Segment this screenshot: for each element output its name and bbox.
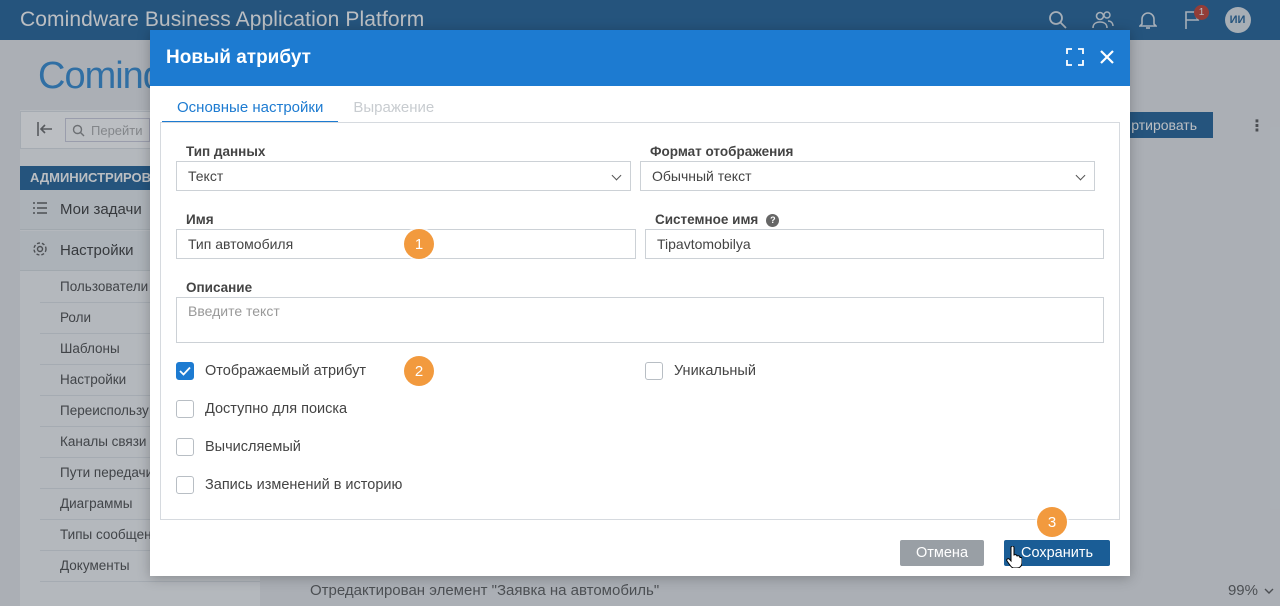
description-textarea[interactable]: Введите текст xyxy=(176,297,1104,343)
dialog-header-actions xyxy=(1064,46,1118,68)
checkbox-label: Отображаемый атрибут xyxy=(205,363,367,379)
settings-panel: Тип данных Текст Формат отображения Обыч… xyxy=(160,122,1120,520)
unique-checkbox[interactable]: Уникальный xyxy=(645,362,756,380)
new-attribute-dialog: Новый атрибут Основные настройки Выражен… xyxy=(150,30,1130,576)
checkbox-unchecked xyxy=(176,476,194,494)
system-name-label: Системное имя? xyxy=(655,212,780,227)
checkbox-label: Запись изменений в историю xyxy=(205,477,403,493)
step-marker-3: 3 xyxy=(1037,507,1067,537)
data-type-select[interactable]: Текст xyxy=(176,161,631,191)
description-label: Описание xyxy=(186,280,253,295)
display-format-label: Формат отображения xyxy=(650,144,794,159)
searchable-checkbox[interactable]: Доступно для поиска xyxy=(176,400,347,418)
checkbox-label: Уникальный xyxy=(674,363,756,379)
checkbox-unchecked xyxy=(645,362,663,380)
close-icon[interactable] xyxy=(1096,46,1118,68)
data-type-label: Тип данных xyxy=(186,144,266,159)
system-name-input[interactable]: Tipavtomobilya xyxy=(645,229,1104,259)
tab-expression[interactable]: Выражение xyxy=(338,94,449,124)
checkbox-unchecked xyxy=(176,438,194,456)
dialog-tabs: Основные настройки Выражение xyxy=(162,94,449,124)
tab-basic-settings[interactable]: Основные настройки xyxy=(162,94,339,124)
history-checkbox[interactable]: Запись изменений в историю xyxy=(176,476,402,494)
checkbox-unchecked xyxy=(176,400,194,418)
system-name-label-text: Системное имя xyxy=(655,212,759,227)
check-icon xyxy=(179,366,191,376)
checkbox-label: Вычисляемый xyxy=(205,439,301,455)
maximize-icon[interactable] xyxy=(1064,46,1086,68)
checkbox-label: Доступно для поиска xyxy=(205,401,348,417)
computed-checkbox[interactable]: Вычисляемый xyxy=(176,438,301,456)
hand-cursor-icon xyxy=(1006,545,1023,571)
cancel-button[interactable]: Отмена xyxy=(900,540,984,566)
display-format-select[interactable]: Обычный текст xyxy=(640,161,1095,191)
step-marker-2: 2 xyxy=(404,356,434,386)
dialog-title: Новый атрибут xyxy=(166,47,311,68)
step-marker-1: 1 xyxy=(404,229,434,259)
checkbox-checked xyxy=(176,362,194,380)
help-icon[interactable]: ? xyxy=(766,213,780,227)
displayed-attribute-checkbox[interactable]: Отображаемый атрибут xyxy=(176,362,366,380)
name-label: Имя xyxy=(186,212,214,227)
dialog-header: Новый атрибут xyxy=(150,30,1130,86)
